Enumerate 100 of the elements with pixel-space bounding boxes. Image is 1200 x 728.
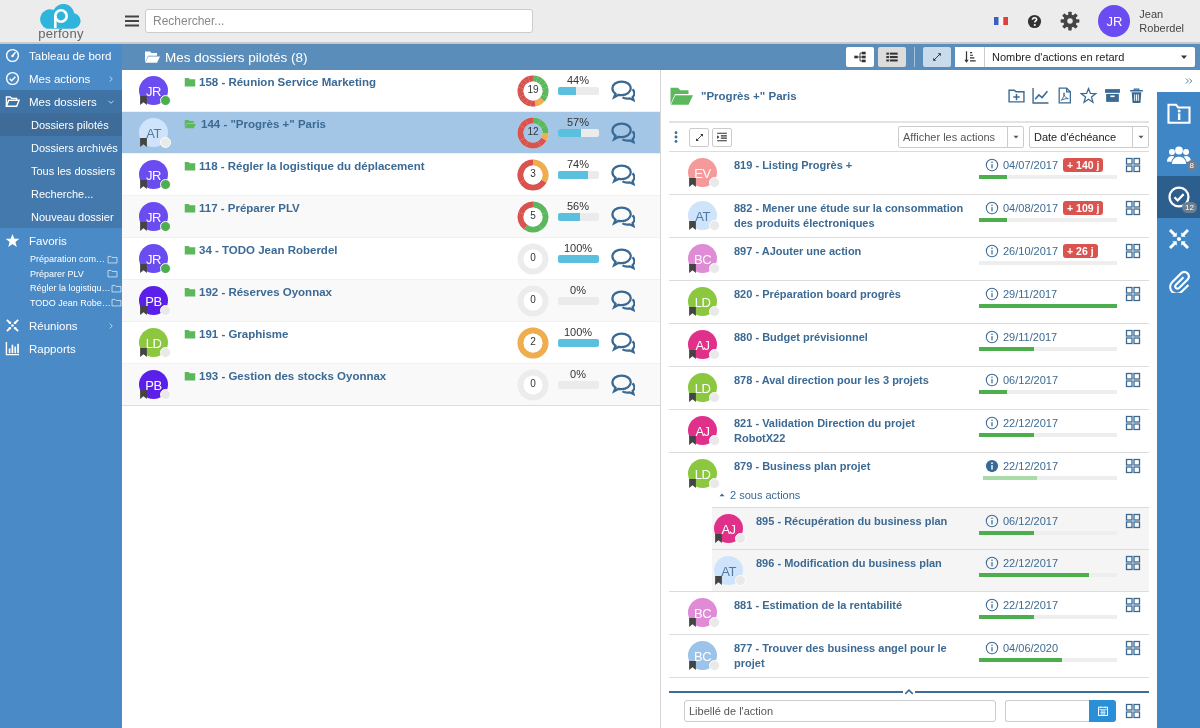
trash-icon[interactable] [1128,87,1145,104]
action-title[interactable]: 821 - Validation Direction du projet RobotX22 [718,410,979,446]
line-chart-icon[interactable] [1032,87,1049,104]
folder-row[interactable]: PB 193 - Gestion des stocks Oyonnax 0 0% [122,364,660,406]
info-icon[interactable] [985,158,999,172]
sort-button[interactable] [955,47,985,67]
info-icon[interactable] [985,556,999,570]
action-title[interactable]: 879 - Business plan projet [718,453,979,474]
grid-icon[interactable] [1125,157,1141,173]
action-row[interactable]: AJ 880 - Budget prévisionnel 29/11/2017 [669,324,1149,366]
action-row[interactable]: BC 877 - Trouver des business angel pour le projet 04/06/2020 [669,635,1149,677]
grid-icon[interactable] [1125,640,1141,656]
folder-row[interactable]: PB 192 - Réserves Oyonnax 0 0% [122,280,660,322]
action-title[interactable]: 877 - Trouver des business angel pour le projet [718,635,979,671]
nav-item[interactable]: Mes actions [0,67,122,90]
favorite-item[interactable]: Régler la logistiqu… [0,281,122,296]
user-avatar[interactable]: JR [1098,5,1131,37]
date-field[interactable] [1005,700,1089,722]
info-icon[interactable] [985,244,999,258]
action-row[interactable]: LD 879 - Business plan projet 22/12/2017 [669,453,1149,489]
comments-icon[interactable] [611,246,635,270]
action-row[interactable]: BC 881 - Estimation de la rentabilité 22/12/2017 [669,592,1149,634]
submenu-item[interactable]: Dossiers archivés [0,136,122,159]
subactions-toggle[interactable]: 2 sous actions [669,489,1149,507]
favorite-item[interactable]: TODO Jean Robe… [0,295,122,310]
grid-icon[interactable] [1125,415,1141,431]
info-icon[interactable] [985,287,999,301]
rail-tab[interactable]: 12 [1157,176,1200,218]
action-title[interactable]: 820 - Préparation board progrès [718,281,979,302]
filter-dropdown[interactable]: Afficher les actions [898,126,1024,148]
grid-icon[interactable] [1125,513,1141,529]
action-title[interactable]: 882 - Mener une étude sur la consommation des produits électroniques [718,195,979,231]
action-row[interactable]: AT 882 - Mener une étude sur la consommation des produits électroniques 04/08/2017 + 109 j [669,195,1149,237]
list-view-button[interactable] [878,47,906,67]
folder-title[interactable]: 192 - Réserves Oyonnax [199,286,332,298]
submenu-item[interactable]: Recherche... [0,182,122,205]
action-row[interactable]: AJ 895 - Récupération du business plan 06/12/2017 [712,507,1149,549]
grid-icon[interactable] [1125,597,1141,613]
submenu-item[interactable]: Tous les dossiers [0,159,122,182]
grid-icon[interactable] [1125,372,1141,388]
info-icon[interactable] [985,416,999,430]
action-row[interactable]: AJ 821 - Validation Direction du projet RobotX22 22/12/2017 [669,410,1149,452]
action-title[interactable]: 880 - Budget prévisionnel [718,324,979,345]
sort-dropdown[interactable]: Date d'échéance [1029,126,1149,148]
calendar-button[interactable] [1089,700,1116,722]
submenu-item[interactable]: Nouveau dossier [0,205,122,228]
folder-title[interactable]: 118 - Régler la logistique du déplacement [199,160,425,172]
comments-icon[interactable] [611,288,635,312]
grid-icon[interactable] [1125,329,1141,345]
archive-icon[interactable] [1104,87,1121,104]
action-row[interactable]: BC 897 - AJouter une action 26/10/2017 + 26 j [669,238,1149,280]
nav-item[interactable]: Rapports [0,337,122,360]
settings-icon[interactable] [1060,11,1081,31]
action-row[interactable]: LD 820 - Préparation board progrès 29/11/2017 [669,281,1149,323]
help-icon[interactable] [1027,13,1043,29]
submenu-item[interactable]: Dossiers pilotés [0,113,122,136]
section-header[interactable]: Favoris [0,229,122,252]
collapse-icon[interactable] [1184,76,1194,86]
grid-icon[interactable] [1125,200,1141,216]
folder-title[interactable]: 193 - Gestion des stocks Oyonnax [199,370,387,382]
folder-row[interactable]: JR 117 - Préparer PLV 5 56% [122,196,660,238]
info-icon[interactable] [985,641,999,655]
grid-icon[interactable] [1125,243,1141,259]
action-title[interactable]: 881 - Estimation de la rentabilité [718,592,979,613]
star-icon[interactable] [1080,87,1097,104]
grid-icon[interactable] [1125,555,1141,571]
action-title[interactable]: 878 - Aval direction pour les 3 projets [718,367,979,388]
folder-title[interactable]: 191 - Graphisme [199,328,289,340]
expand-button[interactable] [923,47,951,67]
info-icon[interactable] [985,514,999,528]
grid-icon[interactable] [1125,703,1141,719]
indent-button[interactable] [712,127,732,147]
search-field[interactable]: Rechercher... [145,9,533,33]
nav-item[interactable]: Tableau de bord [0,44,122,67]
comments-icon[interactable] [611,372,635,396]
action-title[interactable]: 819 - Listing Progrès + [718,152,979,173]
info-icon[interactable] [985,373,999,387]
comments-icon[interactable] [611,78,635,102]
action-row[interactable]: EV 819 - Listing Progrès + 04/07/2017 + 140 j [669,152,1149,194]
action-title[interactable]: 897 - AJouter une action [718,238,979,259]
comments-icon[interactable] [611,204,635,228]
nav-item[interactable]: Réunions [0,314,122,337]
expand-button[interactable] [689,127,709,147]
pdf-icon[interactable] [1056,87,1073,104]
grid-icon[interactable] [1125,286,1141,302]
comments-icon[interactable] [611,120,635,144]
action-row[interactable]: LD 878 - Aval direction pour les 3 projets 06/12/2017 [669,367,1149,409]
rail-tab[interactable]: 8 [1157,134,1200,176]
info-icon[interactable] [985,330,999,344]
info-icon[interactable] [985,598,999,612]
folder-title[interactable]: 158 - Réunion Service Marketing [199,76,377,88]
action-title[interactable]: 895 - Récupération du business plan [744,508,979,529]
action-title[interactable]: 896 - Modification du business plan [744,550,979,571]
favorite-item[interactable]: Préparation com… [0,252,122,267]
action-name-field[interactable]: Libellé de l'action [684,700,996,722]
nav-item[interactable]: Mes dossiers [0,90,122,113]
add-folder-icon[interactable] [1008,87,1025,104]
info-icon[interactable] [985,459,999,473]
folder-row[interactable]: AT 144 - "Progrès +" Paris 12 57% [122,112,660,154]
folder-title[interactable]: 117 - Préparer PLV [199,202,300,214]
